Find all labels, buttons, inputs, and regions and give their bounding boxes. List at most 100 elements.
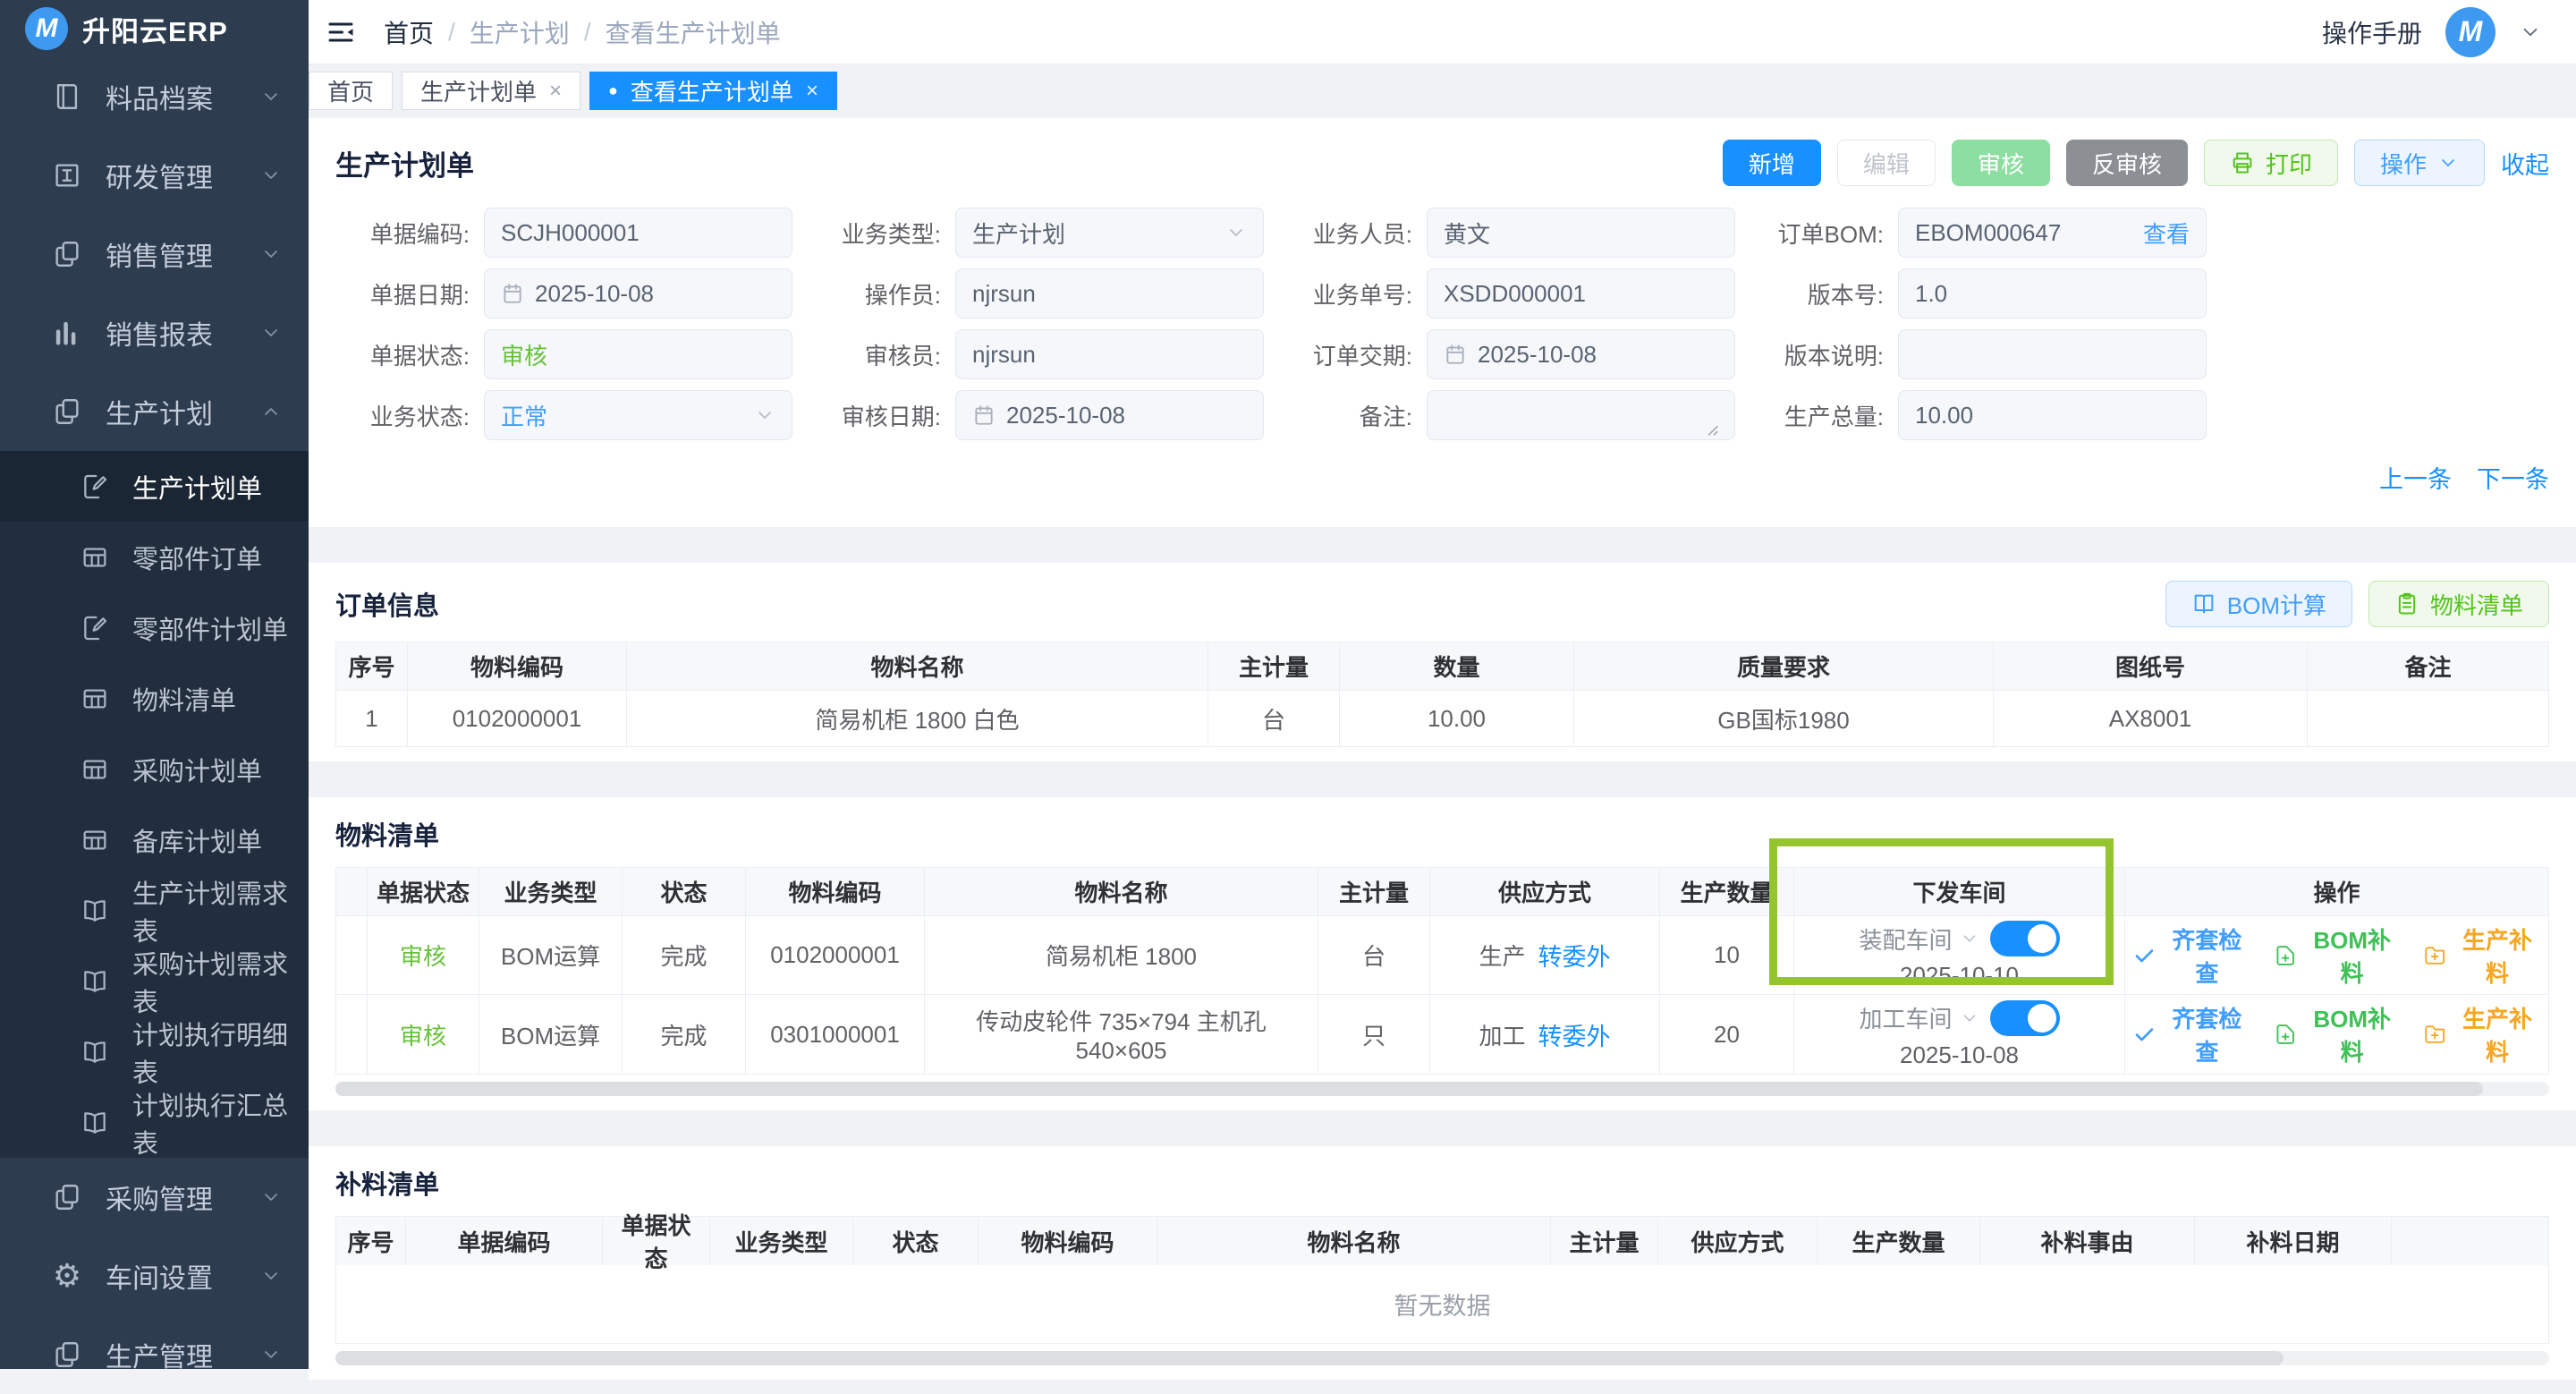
book-icon — [52, 81, 82, 112]
sidebar-item-purchase-plan-order[interactable]: 采购计划单 — [0, 734, 309, 804]
sidebar-item-production-plan[interactable]: 生产计划 — [0, 372, 309, 451]
sidebar-item-rnd[interactable]: 研发管理 — [0, 136, 309, 215]
production-supplement-link[interactable]: 生产补料 — [2423, 922, 2541, 989]
chevron-down-icon — [260, 243, 282, 265]
breadcrumb-production-plan[interactable]: 生产计划 — [470, 14, 570, 50]
doc-date-field[interactable]: 2025-10-08 — [484, 268, 792, 319]
field-value: 2025-10-08 — [535, 280, 654, 308]
resize-handle-icon[interactable] — [1704, 421, 1718, 436]
tab-view-production-plan-order[interactable]: ● 查看生产计划单 × — [589, 72, 837, 110]
topbar: 首页 / 生产计划 / 查看生产计划单 操作手册 M — [309, 0, 2576, 64]
operator-field[interactable]: njrsun — [955, 268, 1264, 319]
sidebar-item-production-mgmt[interactable]: 生产管理 — [0, 1315, 309, 1394]
grid-icon — [80, 543, 109, 572]
bom-calc-button[interactable]: BOM计算 — [2165, 581, 2352, 627]
horizontal-scrollbar[interactable] — [335, 1082, 2549, 1096]
col-header: 物料名称 — [627, 642, 1208, 690]
biz-person-field[interactable]: 黄文 — [1427, 208, 1735, 258]
field-value: SCJH000001 — [501, 219, 640, 247]
sidebar-item-purchase-mgmt[interactable]: 采购管理 — [0, 1158, 309, 1237]
to-outsource-link[interactable]: 转委外 — [1538, 938, 1611, 973]
actions-dropdown-button[interactable]: 操作 — [2354, 140, 2485, 186]
audit-date-field[interactable]: 2025-10-08 — [955, 390, 1264, 440]
issue-date: 2025-10-08 — [1900, 1041, 2019, 1069]
view-bom-link[interactable]: 查看 — [2143, 217, 2190, 250]
field-label: 单据编码: — [335, 217, 470, 250]
sidebar-item-workshop-settings[interactable]: ⚙ 车间设置 — [0, 1237, 309, 1315]
prev-record-link[interactable]: 上一条 — [2379, 460, 2452, 495]
audit-button[interactable]: 审核 — [1952, 140, 2050, 186]
sidebar-item-material-archive[interactable]: 料品档案 — [0, 57, 309, 136]
sidebar-item-sales-report[interactable]: 销售报表 — [0, 293, 309, 372]
to-outsource-link[interactable]: 转委外 — [1538, 1017, 1611, 1052]
button-label: BOM计算 — [2227, 588, 2326, 621]
close-icon[interactable]: × — [806, 79, 818, 104]
version-field[interactable]: 1.0 — [1898, 268, 2207, 319]
order-due-date-field[interactable]: 2025-10-08 — [1427, 329, 1735, 379]
tab-home[interactable]: 首页 — [309, 72, 393, 110]
breadcrumb-home[interactable]: 首页 — [384, 14, 434, 50]
sidebar-item-sales-mgmt[interactable]: 销售管理 — [0, 215, 309, 293]
col-header: 单据状态 — [603, 1217, 710, 1265]
scrollbar-thumb[interactable] — [335, 1082, 2483, 1096]
issue-workshop-toggle[interactable] — [1990, 1000, 2060, 1036]
table-row: 1 0102000001 简易机柜 1800 白色 台 10.00 GB国标19… — [336, 691, 2548, 746]
section-title: 物料清单 — [335, 815, 2549, 853]
field-label: 操作员: — [807, 277, 941, 310]
avatar[interactable]: M — [2445, 7, 2496, 57]
sidebar-item-parts-order[interactable]: 零部件订单 — [0, 522, 309, 592]
sidebar-item-parts-plan-order[interactable]: 零部件计划单 — [0, 592, 309, 663]
sidebar-item-production-plan-order[interactable]: 生产计划单 — [0, 451, 309, 522]
topbar-right: 操作手册 M — [2322, 7, 2542, 57]
bom-supplement-link[interactable]: BOM补料 — [2274, 922, 2399, 989]
material-list-table: 单据状态 业务类型 状态 物料编码 物料名称 主计量 供应方式 生产数量 下发车… — [335, 867, 2549, 1075]
sidebar-item-material-list[interactable]: 物料清单 — [0, 663, 309, 734]
button-label: 打印 — [2266, 147, 2312, 180]
total-qty-field[interactable]: 10.00 — [1898, 390, 2207, 440]
workshop-select[interactable]: 装配车间 — [1859, 922, 1979, 956]
tab-production-plan-order[interactable]: 生产计划单 × — [402, 72, 580, 110]
col-header: 主计量 — [1208, 642, 1340, 690]
scrollbar-thumb[interactable] — [335, 1351, 2284, 1365]
production-supplement-link[interactable]: 生产补料 — [2423, 1001, 2541, 1067]
add-button[interactable]: 新增 — [1723, 140, 1821, 186]
material-list-button[interactable]: 物料清单 — [2368, 581, 2549, 627]
auditor-field[interactable]: njrsun — [955, 329, 1264, 379]
manual-link[interactable]: 操作手册 — [2322, 14, 2422, 50]
sidebar-item-stock-plan-order[interactable]: 备库计划单 — [0, 804, 309, 875]
close-icon[interactable]: × — [549, 79, 562, 104]
kit-check-link[interactable]: 齐套检查 — [2132, 922, 2250, 989]
doc-code-field[interactable]: SCJH000001 — [484, 208, 792, 258]
sidebar-item-plan-exec-summary[interactable]: 计划执行汇总表 — [0, 1087, 309, 1158]
biz-type-select[interactable]: 生产计划 — [955, 208, 1264, 258]
cell-expand — [336, 995, 368, 1074]
collapse-link[interactable]: 收起 — [2501, 146, 2549, 181]
cell-supply-mode: 生产 转委外 — [1430, 916, 1660, 994]
field-value: njrsun — [972, 280, 1036, 308]
sidebar-item-plan-exec-detail[interactable]: 计划执行明细表 — [0, 1016, 309, 1087]
kit-check-link[interactable]: 齐套检查 — [2132, 1001, 2250, 1067]
field-label: 备注: — [1278, 399, 1412, 432]
workshop-select[interactable]: 加工车间 — [1859, 1001, 1979, 1034]
sidebar-item-purchase-demand-report[interactable]: 采购计划需求表 — [0, 946, 309, 1016]
user-menu-caret-icon[interactable] — [2519, 21, 2542, 44]
biz-order-no-field[interactable]: XSDD000001 — [1427, 268, 1735, 319]
button-label: 新增 — [1749, 147, 1795, 180]
unaudit-button[interactable]: 反审核 — [2066, 140, 2188, 186]
col-header: 主计量 — [1551, 1217, 1658, 1265]
horizontal-scrollbar[interactable] — [335, 1351, 2549, 1365]
print-button[interactable]: 打印 — [2204, 140, 2338, 186]
biz-status-select[interactable]: 正常 — [484, 390, 792, 440]
cell-actions: 齐套检查 BOM补料 生产补料 — [2125, 995, 2548, 1074]
remark-textarea[interactable] — [1427, 390, 1735, 440]
bom-supplement-link[interactable]: BOM补料 — [2274, 1001, 2399, 1067]
doc-status-field[interactable]: 审核 — [484, 329, 792, 379]
collapse-menu-icon[interactable] — [321, 13, 360, 52]
doc-edit-icon — [80, 614, 109, 642]
edit-button[interactable]: 编辑 — [1837, 140, 1936, 186]
version-note-field[interactable] — [1898, 329, 2207, 379]
order-bom-field[interactable]: EBOM000647 查看 — [1898, 208, 2207, 258]
issue-workshop-toggle[interactable] — [1990, 921, 2060, 956]
next-record-link[interactable]: 下一条 — [2477, 460, 2549, 495]
sidebar-item-production-demand-report[interactable]: 生产计划需求表 — [0, 875, 309, 946]
